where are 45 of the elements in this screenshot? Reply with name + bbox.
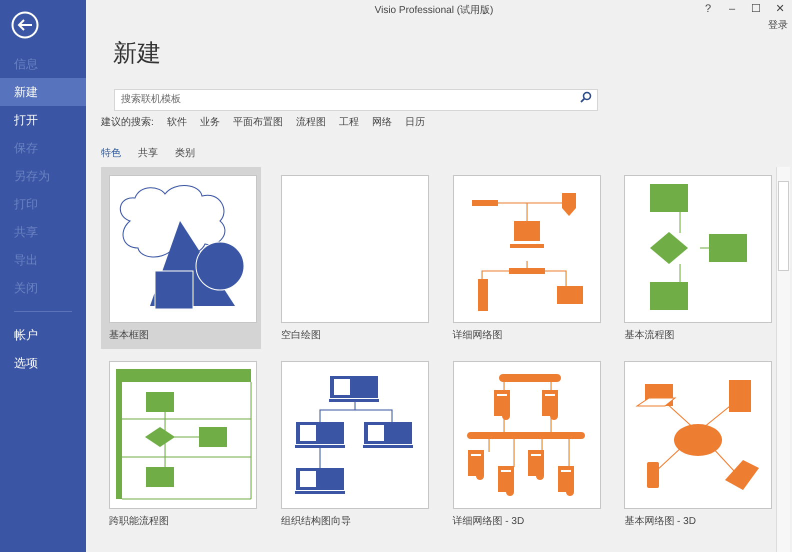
suggested-search-link[interactable]: 流程图 (296, 115, 326, 130)
window-control[interactable]: ✕ (774, 4, 786, 14)
template-tile[interactable]: 空白绘图 (272, 167, 433, 349)
suggested-search-link[interactable]: 网络 (372, 115, 392, 130)
org-node (294, 468, 345, 494)
template-label: 详细网络图 - 3D (452, 514, 526, 529)
template-tile[interactable]: 组织结构图向导 (272, 353, 433, 535)
template-label: 跨职能流程图 (109, 514, 170, 529)
suggested-search-link[interactable]: 日历 (404, 115, 425, 130)
tab[interactable]: 特色 (101, 146, 121, 161)
search-field[interactable]: 搜索联机模板 (114, 88, 598, 110)
template-label: 组织结构图向导 (280, 514, 352, 529)
sidebar-item[interactable]: 选项 (0, 349, 86, 377)
window-title: Visio Professional (试用版) (374, 5, 494, 16)
scrollbar[interactable] (776, 167, 790, 552)
sidebar-item[interactable]: 打开 (0, 106, 86, 134)
suggested-search-link[interactable]: 业务 (200, 115, 220, 130)
window-control[interactable]: – (726, 4, 738, 14)
template-tile[interactable]: 跨职能流程图 (101, 353, 261, 535)
suggested-searches-label: 建议的搜索: (101, 116, 154, 130)
suggested-search-link[interactable]: 工程 (338, 115, 359, 130)
org-node (328, 376, 379, 402)
template-label: 基本框图 (109, 328, 150, 343)
suggested-search-link[interactable]: 软件 (166, 115, 187, 130)
template-label: 基本网络图 - 3D (624, 514, 697, 529)
sign-in-link[interactable]: 登录 (768, 18, 788, 33)
sidebar-item[interactable]: 帐户 (0, 321, 86, 349)
org-node (294, 422, 345, 448)
org-node (362, 422, 413, 448)
tab[interactable]: 类别 (175, 146, 195, 161)
page-title: 新建 (113, 42, 162, 66)
template-label: 详细网络图 (452, 328, 504, 343)
window-control[interactable]: ☐ (750, 4, 762, 14)
template-tile[interactable]: 详细网络图 - 3D (444, 353, 604, 535)
sidebar-item[interactable]: 新建 (0, 78, 86, 106)
template-label: 基本流程图 (624, 328, 676, 343)
template-tile[interactable]: 基本网络图 - 3D (616, 353, 776, 535)
template-tile[interactable]: 基本框图 (101, 167, 261, 349)
suggested-search-link[interactable]: 平面布置图 (232, 115, 283, 130)
tab[interactable]: 共享 (138, 146, 158, 161)
window-control[interactable]: ? (702, 4, 714, 14)
template-label: 空白绘图 (280, 328, 322, 343)
template-tile[interactable]: 基本流程图 (616, 167, 776, 349)
template-tile[interactable]: 详细网络图 (444, 167, 604, 349)
search-icon[interactable] (580, 91, 592, 103)
